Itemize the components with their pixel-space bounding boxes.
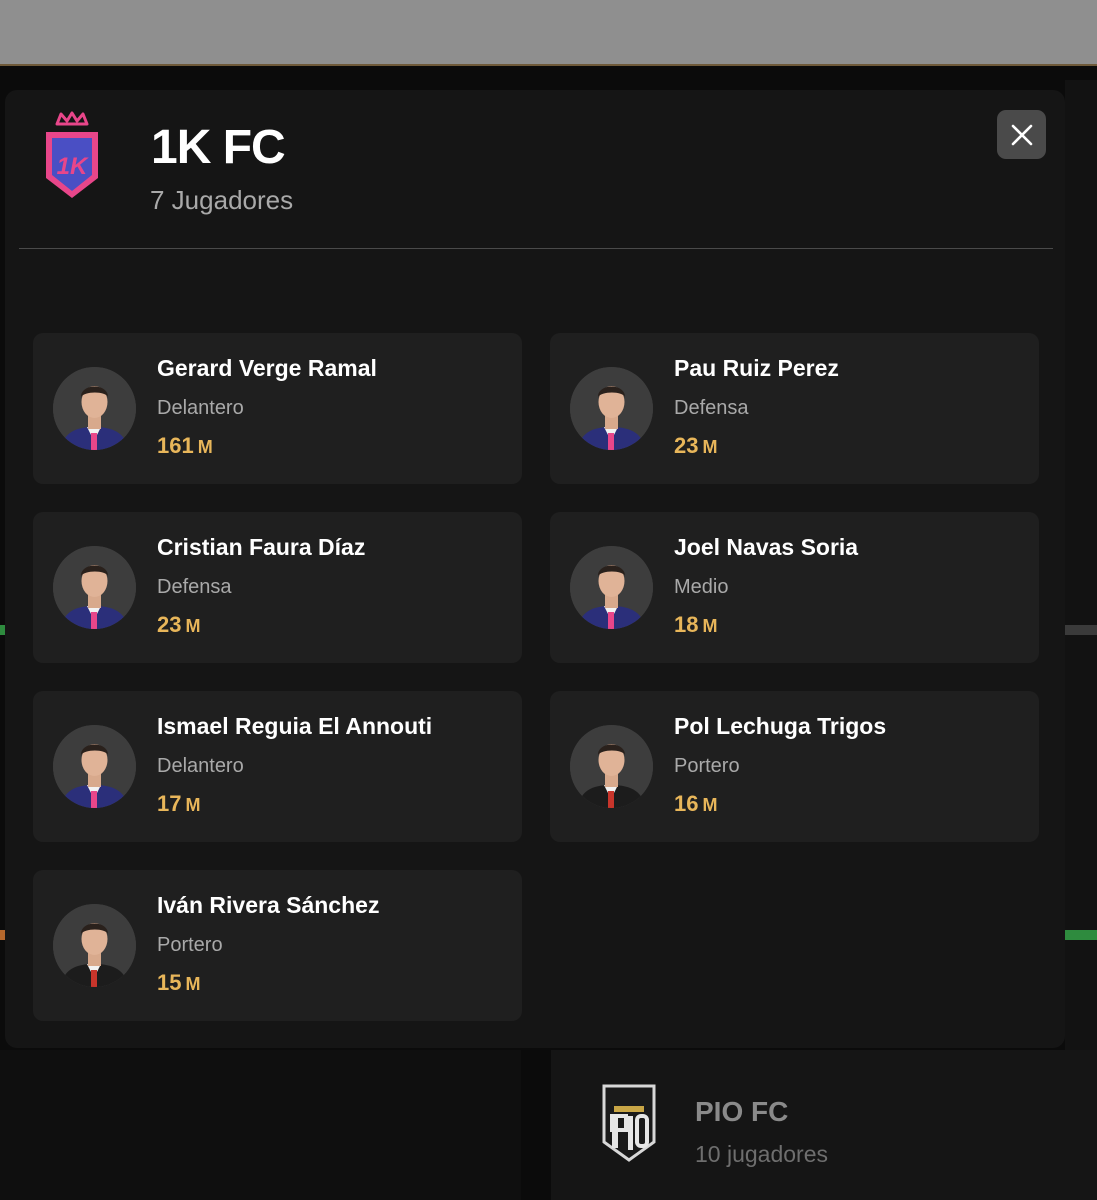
close-icon: [1011, 124, 1032, 145]
player-name: Ismael Reguia El Annouti: [157, 713, 433, 739]
pio-crest-icon: [602, 1084, 656, 1162]
player-value-amount: 23: [674, 433, 699, 458]
player-position: Portero: [157, 934, 223, 956]
player-position: Medio: [674, 576, 729, 598]
player-value: 23 M: [674, 433, 717, 459]
player-position: Defensa: [674, 397, 749, 419]
player-value: 18 M: [674, 612, 717, 638]
player-value: 17 M: [157, 791, 200, 817]
header-divider: [19, 248, 1053, 249]
close-button[interactable]: [997, 110, 1046, 159]
player-position: Portero: [674, 755, 740, 777]
player-portrait-icon: [53, 367, 136, 450]
player-avatar: [570, 367, 653, 450]
player-value-unit: M: [702, 437, 718, 457]
player-value-amount: 15: [157, 970, 182, 995]
background-accent-line: [1065, 930, 1097, 940]
player-value-amount: 23: [157, 612, 182, 637]
background-team-card: [0, 1050, 521, 1200]
player-portrait-icon: [570, 725, 653, 808]
player-value-amount: 161: [157, 433, 194, 458]
team-crest-icon: 1K: [46, 111, 98, 198]
player-card[interactable]: Joel Navas Soria Medio 18 M: [550, 512, 1039, 663]
player-value-amount: 18: [674, 612, 699, 637]
svg-text:1K: 1K: [57, 153, 89, 180]
player-avatar: [570, 725, 653, 808]
player-value-unit: M: [197, 437, 213, 457]
team-title: 1K FC: [151, 121, 286, 174]
player-portrait-icon: [570, 546, 653, 629]
background-accent-line: [1065, 625, 1097, 635]
player-card[interactable]: Iván Rivera Sánchez Portero 15 M: [33, 870, 522, 1021]
player-name: Cristian Faura Díaz: [157, 534, 366, 560]
background-team-name: PIO FC: [695, 1096, 789, 1127]
player-position: Defensa: [157, 576, 232, 598]
player-name: Joel Navas Soria: [674, 534, 859, 560]
player-name: Pau Ruiz Perez: [674, 355, 839, 381]
player-card[interactable]: Pau Ruiz Perez Defensa 23 M: [550, 333, 1039, 484]
player-value-unit: M: [702, 616, 718, 636]
team-player-count: 7 Jugadores: [150, 185, 294, 215]
player-avatar: [53, 367, 136, 450]
top-bar: [0, 0, 1097, 66]
player-value: 161 M: [157, 433, 213, 459]
player-avatar: [570, 546, 653, 629]
player-card[interactable]: Pol Lechuga Trigos Portero 16 M: [550, 691, 1039, 842]
player-position: Delantero: [157, 755, 244, 777]
player-name: Gerard Verge Ramal: [157, 355, 377, 381]
player-portrait-icon: [53, 546, 136, 629]
player-value: 15 M: [157, 970, 200, 996]
player-name: Pol Lechuga Trigos: [674, 713, 887, 739]
player-name: Iván Rivera Sánchez: [157, 892, 380, 918]
player-value-unit: M: [185, 616, 201, 636]
player-grid: Gerard Verge Ramal Delantero 161 M Pau Ru…: [33, 333, 1039, 1023]
player-avatar: [53, 725, 136, 808]
player-avatar: [53, 546, 136, 629]
player-value: 23 M: [157, 612, 200, 638]
player-card[interactable]: Ismael Reguia El Annouti Delantero 17 M: [33, 691, 522, 842]
player-card[interactable]: Cristian Faura Díaz Defensa 23 M: [33, 512, 522, 663]
player-value-unit: M: [702, 795, 718, 815]
player-value-amount: 16: [674, 791, 699, 816]
player-value: 16 M: [674, 791, 717, 817]
player-value-unit: M: [185, 795, 201, 815]
player-portrait-icon: [53, 904, 136, 987]
player-portrait-icon: [570, 367, 653, 450]
background-team-count: 10 jugadores: [695, 1141, 828, 1167]
player-portrait-icon: [53, 725, 136, 808]
player-avatar: [53, 904, 136, 987]
team-modal: 1K 1K FC 7 Jugadores Gerard Verge Ramal …: [5, 90, 1065, 1048]
player-value-amount: 17: [157, 791, 182, 816]
player-value-unit: M: [185, 974, 201, 994]
player-position: Delantero: [157, 397, 244, 419]
player-card[interactable]: Gerard Verge Ramal Delantero 161 M: [33, 333, 522, 484]
